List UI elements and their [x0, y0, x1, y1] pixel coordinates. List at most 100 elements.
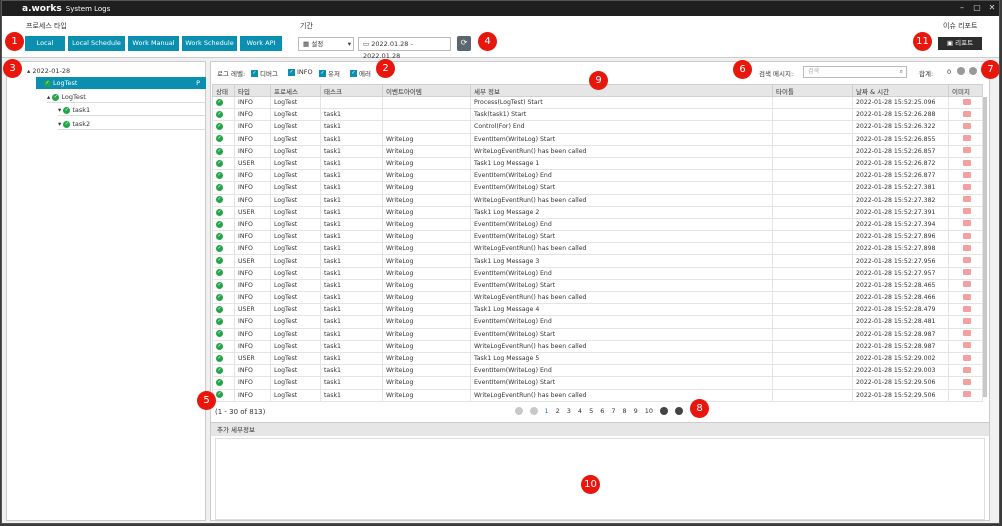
page-number[interactable]: 3: [567, 407, 571, 415]
page-number[interactable]: 1: [545, 407, 549, 415]
table-row[interactable]: ✓ USER LogTest task1 WriteLog Task1 Log Messa…: [212, 205, 983, 219]
image-cell[interactable]: [948, 242, 983, 256]
table-row[interactable]: ✓ INFO LogTest task1 WriteLog EventItem(Write…: [212, 364, 983, 378]
image-cell[interactable]: [948, 181, 983, 195]
table-row[interactable]: ✓ INFO LogTest task1 WriteLog WriteLogEventRu…: [212, 144, 983, 158]
tree-node-process[interactable]: ▴ ✓ LogTest: [47, 91, 205, 103]
table-row[interactable]: ✓ INFO LogTest task1 WriteLog EventItem(Write…: [212, 230, 983, 244]
image-cell[interactable]: [948, 388, 983, 402]
process-type-work-api-button[interactable]: Work API: [240, 36, 282, 51]
table-row[interactable]: ✓ INFO LogTest Process(LogTest) Start 2022-0…: [212, 95, 983, 110]
table-row[interactable]: ✓ INFO LogTest task1 WriteLog WriteLogEventRu…: [212, 290, 983, 305]
column-header[interactable]: 타이틀: [772, 84, 853, 97]
table-row[interactable]: ✓ INFO LogTest task1 WriteLog EventItem(Write…: [212, 217, 983, 232]
last-page-icon[interactable]: [675, 407, 684, 415]
prev-match-button[interactable]: [957, 67, 965, 75]
table-row[interactable]: ✓ USER LogTest task1 WriteLog Task1 Log Messa…: [212, 303, 983, 317]
column-header[interactable]: 날짜 & 시간: [852, 84, 949, 97]
filter-debug-checkbox[interactable]: ✓ 디버그: [251, 68, 278, 78]
table-row[interactable]: ✓ INFO LogTest task1 WriteLog WriteLogEventRu…: [212, 193, 983, 207]
page-number[interactable]: 9: [634, 407, 638, 415]
image-cell[interactable]: [948, 254, 983, 268]
table-row[interactable]: ✓ INFO LogTest task1 WriteLog WriteLogEventRu…: [212, 388, 983, 402]
page-number[interactable]: 8: [622, 407, 626, 415]
period-combo[interactable]: ▦ 설정 ▾: [298, 37, 354, 51]
image-cell[interactable]: [948, 156, 983, 171]
report-button[interactable]: ▣ 리포트: [938, 37, 982, 50]
image-cell[interactable]: [948, 339, 983, 353]
image-cell[interactable]: [948, 132, 983, 146]
image-cell[interactable]: [948, 278, 983, 293]
image-cell[interactable]: [948, 364, 983, 378]
image-cell[interactable]: [948, 144, 983, 158]
column-header[interactable]: 이미지: [948, 84, 983, 97]
table-row[interactable]: ✓ INFO LogTest task1 WriteLog EventItem(Write…: [212, 278, 983, 293]
table-row[interactable]: ✓ INFO LogTest task1 WriteLog EventItem(Write…: [212, 315, 983, 329]
minimize-icon[interactable]: –: [957, 3, 967, 13]
image-cell[interactable]: [948, 327, 983, 341]
next-match-button[interactable]: [969, 67, 977, 75]
table-row[interactable]: ✓ USER LogTest task1 WriteLog Task1 Log Messa…: [212, 351, 983, 366]
image-cell[interactable]: [948, 290, 983, 305]
first-page-icon[interactable]: [514, 407, 523, 415]
maximize-icon[interactable]: ▢: [972, 3, 982, 13]
date-range-field[interactable]: ▭ 2022.01.28 - 2022.01.28: [358, 37, 451, 60]
tree-node-task2[interactable]: ▾ ✓ task2: [58, 118, 205, 130]
table-row[interactable]: ✓ INFO LogTest task1 WriteLog EventItem(Write…: [212, 376, 983, 390]
close-icon[interactable]: ✕: [987, 3, 997, 13]
image-cell[interactable]: [948, 193, 983, 207]
image-cell[interactable]: [948, 169, 983, 183]
image-cell[interactable]: [948, 266, 983, 280]
table-row[interactable]: ✓ INFO LogTest task1 WriteLog EventItem(Write…: [212, 169, 983, 183]
process-type-work-schedule-button[interactable]: Work Schedule: [182, 36, 237, 51]
image-cell[interactable]: [948, 95, 983, 110]
table-row[interactable]: ✓ INFO LogTest task1 Control(For) End 2022-01…: [212, 120, 983, 134]
page-number[interactable]: 10: [645, 407, 653, 415]
table-row[interactable]: ✓ INFO LogTest task1 WriteLog WriteLogEventRu…: [212, 339, 983, 353]
image-cell[interactable]: [948, 230, 983, 244]
column-header[interactable]: 상태: [212, 84, 235, 97]
image-cell[interactable]: [948, 217, 983, 232]
prev-page-icon[interactable]: [529, 407, 538, 415]
page-number[interactable]: 5: [589, 407, 593, 415]
table-scrollbar[interactable]: [983, 97, 987, 397]
filter-error-checkbox[interactable]: ✓ 에러: [350, 68, 371, 78]
next-page-icon[interactable]: [660, 407, 669, 415]
table-row[interactable]: ✓ INFO LogTest task1 WriteLog EventItem(Write…: [212, 266, 983, 280]
image-cell[interactable]: [948, 351, 983, 366]
table-row[interactable]: ✓ INFO LogTest task1 WriteLog EventItem(Write…: [212, 327, 983, 341]
column-header[interactable]: 태스크: [320, 84, 383, 97]
page-number[interactable]: 7: [611, 407, 615, 415]
process-type-work-manual-button[interactable]: Work Manual: [128, 36, 179, 51]
image-cell[interactable]: [948, 108, 983, 122]
page-number[interactable]: 4: [578, 407, 582, 415]
process-type-local-schedule-button[interactable]: Local Schedule: [68, 36, 125, 51]
page-number[interactable]: 6: [600, 407, 604, 415]
table-cell: 2022-01-28 15:52:27.391: [852, 205, 949, 219]
image-cell[interactable]: [948, 205, 983, 219]
table-row[interactable]: ✓ INFO LogTest task1 WriteLog WriteLogEventRu…: [212, 242, 983, 256]
table-row[interactable]: ✓ USER LogTest task1 WriteLog Task1 Log Messa…: [212, 254, 983, 268]
search-input[interactable]: 검색 ⌕: [803, 66, 907, 78]
filter-info-checkbox[interactable]: ✓ INFO: [288, 68, 313, 76]
image-cell[interactable]: [948, 120, 983, 134]
table-row[interactable]: ✓ INFO LogTest task1 Task(task1) Start 2022-0…: [212, 108, 983, 122]
tree-node-process-selected[interactable]: ✓ LogTest P: [36, 77, 206, 89]
table-row[interactable]: ✓ INFO LogTest task1 WriteLog EventItem(Write…: [212, 132, 983, 146]
image-cell[interactable]: [948, 303, 983, 317]
column-header[interactable]: 이벤트아이템: [382, 84, 471, 97]
filter-user-checkbox[interactable]: ✓ 유저: [319, 68, 340, 78]
image-cell[interactable]: [948, 315, 983, 329]
tree-node-task1[interactable]: ▾ ✓ task1: [58, 104, 205, 116]
image-cell[interactable]: [948, 376, 983, 390]
table-row[interactable]: ✓ INFO LogTest task1 WriteLog EventItem(Write…: [212, 181, 983, 195]
detail-area[interactable]: [215, 438, 985, 520]
page-number[interactable]: 2: [556, 407, 560, 415]
column-header[interactable]: 타입: [234, 84, 271, 97]
column-header[interactable]: 프로세스: [270, 84, 321, 97]
process-type-local-button[interactable]: Local: [25, 36, 65, 51]
table-row[interactable]: ✓ USER LogTest task1 WriteLog Task1 Log Messa…: [212, 156, 983, 171]
tree-node-date[interactable]: ▴ 2022-01-28: [27, 65, 70, 77]
column-header[interactable]: 세부 정보: [470, 84, 773, 97]
refresh-button[interactable]: ⟳: [457, 36, 471, 51]
